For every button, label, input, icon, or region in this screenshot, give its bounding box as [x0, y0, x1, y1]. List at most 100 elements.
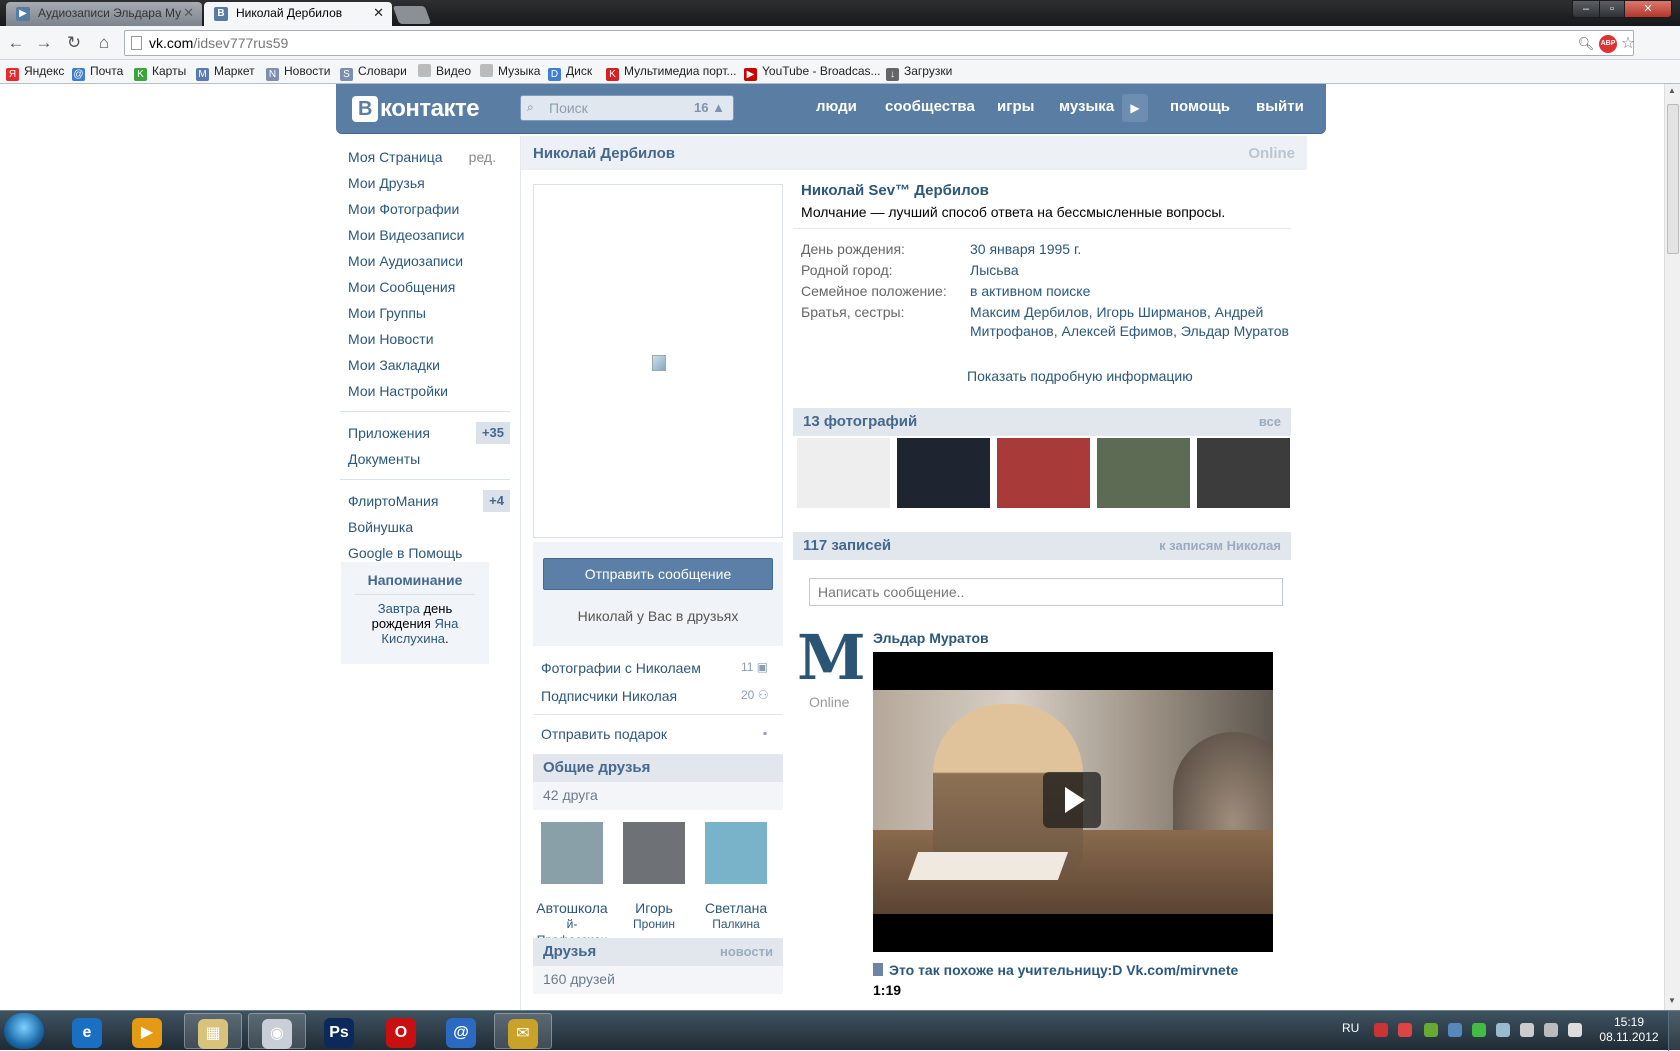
left-menu-item[interactable]: Войнушка	[340, 514, 510, 540]
show-more-info-link[interactable]: Показать подробную информацию	[967, 368, 1193, 384]
taskbar-app[interactable]: e	[58, 1013, 116, 1049]
topnav-music[interactable]: музыка	[1059, 98, 1114, 115]
tab-audio[interactable]: ▶ Аудиозаписи Эльдара Му ✕	[6, 2, 202, 26]
followers-link[interactable]: Подписчики Николая 20 ⚇	[541, 688, 768, 704]
left-menu-item[interactable]: ФлиртоМания +4	[340, 488, 510, 514]
audio-play-icon[interactable]: ▶	[1122, 94, 1148, 122]
tray-volume-mute-icon[interactable]	[1398, 1023, 1412, 1037]
tab-close-icon[interactable]: ✕	[373, 2, 384, 24]
photo-thumbnail[interactable]	[1097, 438, 1190, 508]
video-play-icon[interactable]	[1043, 772, 1101, 828]
common-friend[interactable]: Автошколай-Профессион	[533, 822, 611, 948]
left-menu-item[interactable]: Мои Друзья	[340, 170, 510, 196]
reminder-link-tomorrow[interactable]: Завтра	[378, 601, 420, 616]
bookmark-item[interactable]: Музыка	[480, 64, 540, 78]
show-desktop-button[interactable]	[1668, 1011, 1680, 1051]
friend-avatar[interactable]	[705, 822, 767, 884]
url-text[interactable]: vk.com/idsev777rus59	[149, 35, 288, 51]
photo-thumbnail[interactable]	[1197, 438, 1290, 508]
topnav-people[interactable]: люди	[816, 98, 857, 115]
left-menu-item[interactable]: Мои Сообщения	[340, 274, 510, 300]
bookmark-item[interactable]: N Новости	[266, 64, 330, 81]
tab-profile[interactable]: B Николай Дербилов ✕	[204, 2, 392, 26]
friend-avatar[interactable]	[623, 822, 685, 884]
tray-clover-icon[interactable]	[1472, 1023, 1486, 1037]
topnav-communities[interactable]: сообщества	[885, 98, 975, 115]
page-scrollbar[interactable]: ▲ ▼	[1664, 84, 1680, 1010]
wall-post-input[interactable]: Написать сообщение..	[809, 578, 1283, 606]
taskbar-app[interactable]: ✉	[494, 1013, 552, 1049]
photo-thumbnail[interactable]	[797, 438, 890, 508]
scrollbar-thumb[interactable]	[1667, 104, 1679, 254]
reload-icon[interactable]: ↻	[62, 32, 86, 54]
bookmark-item[interactable]: Я Яндекс	[6, 64, 64, 81]
profile-avatar[interactable]	[533, 184, 783, 538]
left-menu-item[interactable]: Приложения +35	[340, 420, 510, 446]
search-input[interactable]: ⌕ Поиск 16 ▲	[520, 95, 734, 121]
topnav-help[interactable]: помощь	[1170, 98, 1230, 115]
wall-header[interactable]: 117 записей к записям Николая	[793, 532, 1291, 560]
info-value[interactable]: Максим Дербилов, Игорь Ширманов, Андрей …	[970, 303, 1290, 341]
bookmark-item[interactable]: Видео	[418, 64, 471, 78]
adblock-icon[interactable]: ABP	[1599, 35, 1617, 53]
tray-nvidia-icon[interactable]	[1424, 1023, 1438, 1037]
bookmark-item[interactable]: K Мультимедиа порт...	[606, 64, 737, 81]
bookmark-star-icon[interactable]: ☆	[1619, 35, 1637, 53]
video-title-link[interactable]: Это так похоже на учительницу:D Vk.com/m…	[873, 962, 1238, 978]
tray-shield-icon[interactable]	[1448, 1023, 1462, 1037]
tray-device-icon[interactable]	[1496, 1023, 1510, 1037]
tray-flag-icon[interactable]	[1374, 1023, 1388, 1037]
edit-link[interactable]: ред.	[469, 144, 496, 170]
counter-badge[interactable]: +4	[483, 490, 510, 512]
language-indicator[interactable]: RU	[1342, 1021, 1359, 1035]
left-menu-item[interactable]: Мои Группы	[340, 300, 510, 326]
taskbar-app[interactable]: O	[372, 1013, 430, 1049]
left-menu-item[interactable]: Мои Видеозаписи	[340, 222, 510, 248]
common-friends-header[interactable]: Общие друзья	[533, 754, 783, 782]
left-menu-item[interactable]: Мои Фотографии	[340, 196, 510, 222]
address-bar[interactable]: vk.com/idsev777rus59 🔍︎ ABP ☆	[124, 30, 1637, 56]
minimize-button[interactable]: –	[1572, 0, 1600, 18]
send-gift-link[interactable]: Отправить подарок ▪	[541, 726, 767, 742]
info-value[interactable]: 30 января 1995 г.	[970, 240, 1290, 259]
photo-thumbnail[interactable]	[997, 438, 1090, 508]
profile-status[interactable]: Молчание — лучший способ ответа на бессм…	[801, 204, 1225, 220]
bookmark-item[interactable]: ↓ Загрузки	[886, 64, 952, 81]
forward-icon[interactable]: →	[32, 32, 56, 54]
common-friend[interactable]: Игорь Пронин	[615, 822, 693, 932]
photos-with-link[interactable]: Фотографии с Николаем 11 ▣	[541, 660, 768, 676]
bookmark-item[interactable]: S Словари	[340, 64, 407, 81]
close-window-button[interactable]: ✕	[1624, 0, 1672, 18]
left-menu-item[interactable]: Мои Новости	[340, 326, 510, 352]
tray-speaker-icon[interactable]	[1568, 1023, 1582, 1037]
tray-action-center-icon[interactable]	[1520, 1023, 1534, 1037]
taskbar-clock[interactable]: 15:19 08.11.2012	[1598, 1015, 1660, 1045]
info-value[interactable]: Лысьва	[970, 261, 1290, 280]
left-menu-item[interactable]: Мои Закладки	[340, 352, 510, 378]
topnav-logout[interactable]: выйти	[1256, 98, 1304, 115]
send-message-button[interactable]: Отправить сообщение	[543, 558, 773, 590]
bookmark-item[interactable]: M Маркет	[196, 64, 255, 81]
taskbar-app[interactable]: @	[432, 1013, 490, 1049]
taskbar-app[interactable]: Ps	[310, 1013, 368, 1049]
info-value[interactable]: в активном поиске	[970, 282, 1290, 301]
video-player[interactable]	[873, 652, 1273, 952]
vk-logo[interactable]: Вконтакте	[352, 95, 480, 123]
taskbar-app[interactable]: ▶	[118, 1013, 176, 1049]
bookmark-item[interactable]: ▶ YouTube - Broadcas...	[744, 64, 881, 81]
friend-avatar[interactable]	[541, 822, 603, 884]
home-icon[interactable]: ⌂	[92, 32, 116, 54]
bookmark-item[interactable]: D Диск	[548, 64, 592, 81]
tab-close-icon[interactable]: ✕	[183, 2, 194, 24]
bookmark-item[interactable]: @ Почта	[72, 64, 123, 81]
photos-header[interactable]: 13 фотографий все	[793, 408, 1291, 436]
common-friend[interactable]: Светлана Палкина	[697, 822, 775, 932]
topnav-games[interactable]: игры	[997, 98, 1034, 115]
left-menu-item[interactable]: Мои Настройки	[340, 378, 510, 404]
start-button[interactable]	[4, 1013, 44, 1049]
tray-network-icon[interactable]	[1544, 1023, 1558, 1037]
friends-header[interactable]: Друзья новости	[533, 938, 783, 966]
left-menu-item[interactable]: Мои Аудиозаписи	[340, 248, 510, 274]
post-author-name[interactable]: Эльдар Муратов	[873, 630, 989, 646]
taskbar-app[interactable]: ◉	[248, 1013, 306, 1049]
